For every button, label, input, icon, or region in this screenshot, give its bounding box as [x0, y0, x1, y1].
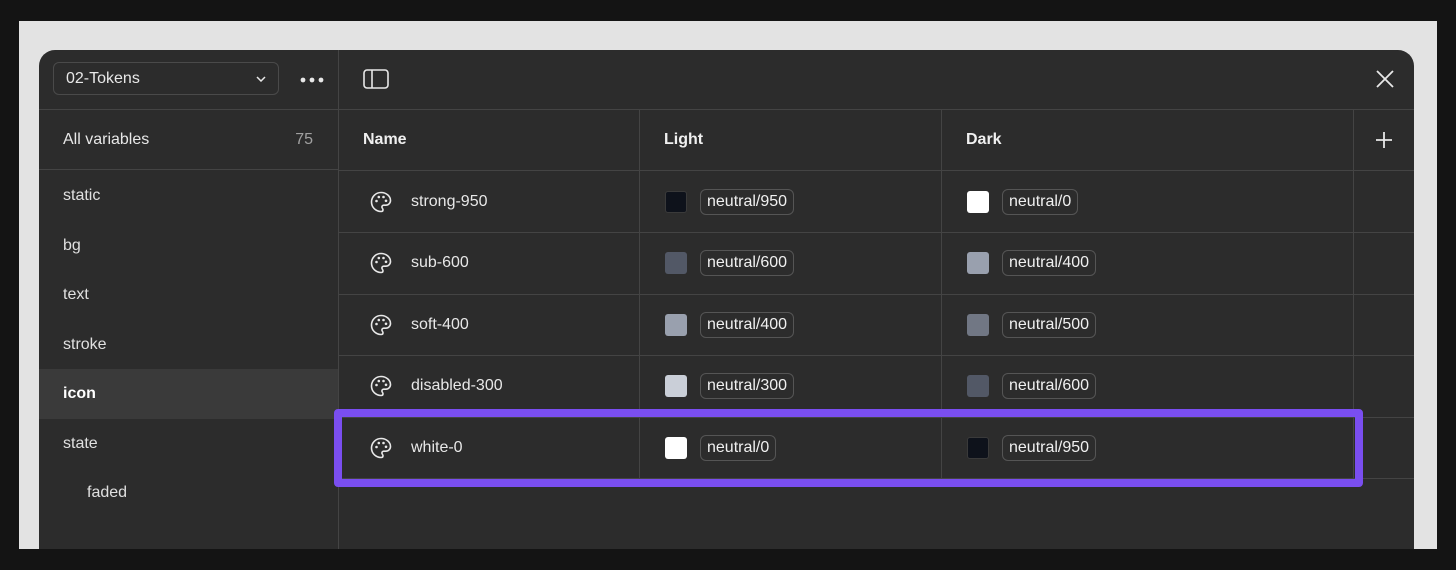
- alias-pill[interactable]: neutral/950: [700, 188, 795, 215]
- sidebar-toggle-icon[interactable]: [363, 69, 389, 89]
- variable-name: sub-600: [411, 254, 469, 271]
- table-header: Name Light Dark: [339, 110, 1414, 171]
- sidebar-group-item[interactable]: state: [39, 419, 338, 469]
- collection-select-value: 02-Tokens: [66, 69, 140, 87]
- palette-icon: [369, 251, 393, 275]
- light-value-cell[interactable]: neutral/950: [640, 171, 942, 232]
- sidebar-group-item[interactable]: icon: [39, 369, 338, 419]
- palette-icon: [369, 436, 393, 460]
- color-swatch[interactable]: [967, 375, 989, 397]
- color-swatch[interactable]: [665, 252, 687, 274]
- variable-name: strong-950: [411, 192, 488, 210]
- table-row[interactable]: strong-950 neutral/950 neutral/0: [339, 171, 1414, 233]
- sidebar: 02-Tokens All variables 75 static bg text s…: [39, 50, 339, 549]
- main-panel: Name Light Dark strong-950 neutral/950 neu…: [339, 50, 1414, 549]
- sidebar-header: 02-Tokens: [39, 50, 338, 110]
- column-header-name: Name: [339, 110, 640, 170]
- palette-icon: [369, 190, 393, 214]
- alias-pill[interactable]: neutral/0: [700, 434, 777, 461]
- close-icon[interactable]: [1376, 70, 1394, 88]
- palette-icon: [369, 374, 393, 398]
- alias-pill[interactable]: neutral/950: [1002, 434, 1097, 461]
- variable-name: soft-400: [411, 315, 469, 333]
- color-swatch[interactable]: [665, 190, 687, 213]
- alias-pill[interactable]: neutral/300: [700, 373, 795, 399]
- dark-value-cell[interactable]: neutral/400: [942, 232, 1354, 294]
- color-swatch[interactable]: [665, 436, 687, 459]
- variable-name-cell[interactable]: soft-400: [339, 294, 640, 355]
- palette-icon: [369, 313, 393, 337]
- color-swatch[interactable]: [967, 252, 989, 274]
- light-value-cell[interactable]: neutral/400: [640, 294, 942, 355]
- variable-name: disabled-300: [411, 377, 503, 394]
- sidebar-group-item[interactable]: bg: [39, 221, 338, 271]
- collection-select[interactable]: 02-Tokens: [53, 62, 279, 95]
- sidebar-group-item[interactable]: stroke: [39, 320, 338, 370]
- dark-value-cell[interactable]: neutral/950: [942, 417, 1354, 478]
- alias-pill[interactable]: neutral/600: [1002, 373, 1097, 399]
- dark-value-cell[interactable]: neutral/500: [942, 294, 1354, 355]
- column-header-light[interactable]: Light: [640, 110, 942, 170]
- add-mode-button[interactable]: [1354, 110, 1414, 170]
- variable-name: white-0: [411, 438, 463, 456]
- table-row[interactable]: sub-600 neutral/600 neutral/400: [339, 232, 1414, 295]
- sidebar-group-item[interactable]: faded: [39, 468, 338, 518]
- table-row[interactable]: disabled-300 neutral/300 neutral/600: [339, 355, 1414, 418]
- chevron-down-icon: [256, 75, 266, 82]
- all-variables-item[interactable]: All variables 75: [39, 110, 338, 170]
- plus-icon: [1376, 132, 1392, 148]
- color-swatch[interactable]: [967, 313, 989, 336]
- alias-pill[interactable]: neutral/600: [700, 250, 795, 276]
- dark-value-cell[interactable]: neutral/600: [942, 355, 1354, 417]
- color-swatch[interactable]: [967, 436, 989, 459]
- alias-pill[interactable]: neutral/400: [1002, 250, 1097, 276]
- variables-window: 02-Tokens All variables 75 static bg text s…: [39, 50, 1414, 549]
- variable-name-cell[interactable]: sub-600: [339, 232, 640, 294]
- light-value-cell[interactable]: neutral/600: [640, 232, 942, 294]
- variable-name-cell[interactable]: white-0: [339, 417, 640, 478]
- variable-name-cell[interactable]: strong-950: [339, 171, 640, 232]
- table-row[interactable]: white-0 neutral/0 neutral/950: [339, 417, 1414, 479]
- variable-name-cell[interactable]: disabled-300: [339, 355, 640, 417]
- light-value-cell[interactable]: neutral/300: [640, 355, 942, 417]
- toolbar: [339, 50, 1414, 110]
- screenshot-frame: 02-Tokens All variables 75 static bg text s…: [19, 21, 1437, 549]
- alias-pill[interactable]: neutral/500: [1002, 311, 1097, 338]
- sidebar-group-item[interactable]: static: [39, 171, 338, 221]
- color-swatch[interactable]: [665, 375, 687, 397]
- group-list: static bg text stroke icon state faded: [39, 171, 338, 518]
- alias-pill[interactable]: neutral/400: [700, 311, 795, 338]
- dark-value-cell[interactable]: neutral/0: [942, 171, 1354, 232]
- alias-pill[interactable]: neutral/0: [1002, 188, 1079, 215]
- light-value-cell[interactable]: neutral/0: [640, 417, 942, 478]
- sidebar-group-item[interactable]: text: [39, 270, 338, 320]
- more-options-icon[interactable]: [299, 68, 327, 88]
- color-swatch[interactable]: [665, 313, 687, 336]
- all-variables-label: All variables: [63, 130, 150, 148]
- table-row[interactable]: soft-400 neutral/400 neutral/500: [339, 294, 1414, 356]
- all-variables-count: 75: [295, 130, 313, 148]
- color-swatch[interactable]: [967, 190, 989, 213]
- column-header-dark[interactable]: Dark: [942, 110, 1354, 170]
